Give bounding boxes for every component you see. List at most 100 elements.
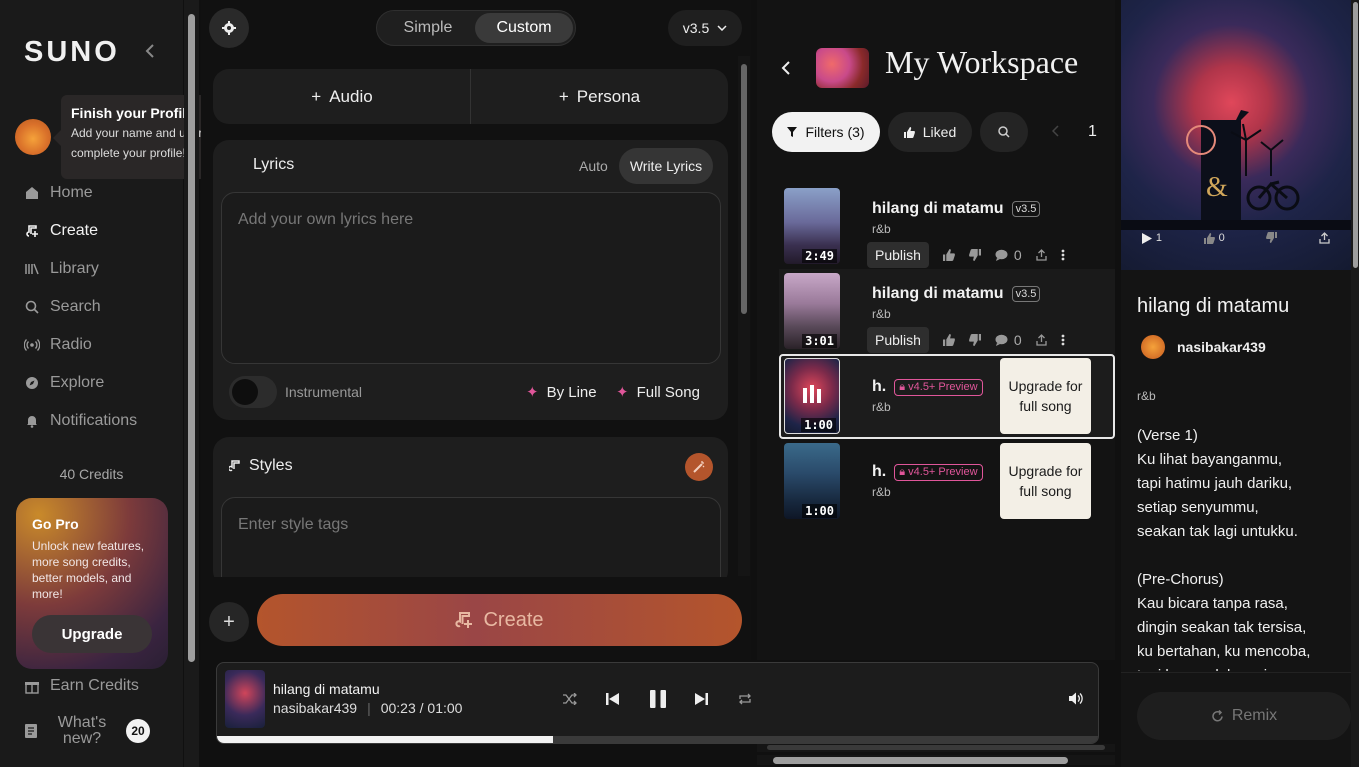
page-h-scrollbar[interactable] xyxy=(757,755,1115,765)
sidebar-item-home[interactable]: Home xyxy=(24,181,93,205)
comments-button[interactable]: 0 xyxy=(995,332,1022,348)
thumbs-down-icon[interactable] xyxy=(969,249,981,261)
publish-button[interactable]: Publish xyxy=(867,242,929,268)
settings-button[interactable] xyxy=(209,8,249,48)
comments-button[interactable]: 0 xyxy=(995,247,1022,263)
upgrade-button[interactable]: Upgrade xyxy=(32,615,152,653)
shuffle-icon[interactable] xyxy=(563,693,577,705)
play-count-button[interactable]: 1 xyxy=(1141,232,1162,244)
suno-logo[interactable]: SUNO xyxy=(24,36,120,69)
song-thumbnail[interactable]: 2:49 xyxy=(784,188,840,264)
like-button[interactable]: 0 xyxy=(1203,232,1225,244)
prev-page-icon[interactable] xyxy=(1052,125,1060,137)
sidebar-item-explore[interactable]: Explore xyxy=(24,371,104,395)
song-thumbnail[interactable]: 1:00 xyxy=(784,358,840,434)
share-icon[interactable] xyxy=(1036,334,1047,346)
workspace-h-scrollbar[interactable] xyxy=(757,744,1115,752)
liked-filter-button[interactable]: Liked xyxy=(888,112,972,152)
upgrade-full-song-button[interactable]: Upgrade for full song xyxy=(1000,358,1091,434)
sidebar-item-library[interactable]: Library xyxy=(24,257,99,281)
upgrade-full-song-button[interactable]: Upgrade for full song xyxy=(1000,443,1091,519)
song-thumbnail[interactable]: 1:00 xyxy=(784,443,840,519)
sidebar-scrollbar[interactable] xyxy=(184,0,199,767)
back-icon[interactable] xyxy=(781,60,791,76)
toggle-knob xyxy=(232,379,258,405)
add-button[interactable]: + xyxy=(209,602,249,642)
mode-custom-tab[interactable]: Custom xyxy=(475,13,573,43)
repeat-icon[interactable] xyxy=(738,693,752,705)
magic-wand-button[interactable] xyxy=(685,453,713,481)
player-song-title[interactable]: hilang di matamu xyxy=(273,681,380,697)
lyrics-text: (Verse 1) Ku lihat bayanganmu, tapi hati… xyxy=(1137,427,1311,671)
mode-simple-tab[interactable]: Simple xyxy=(379,13,477,43)
add-audio-button[interactable]: + Audio xyxy=(213,69,471,124)
h-scrollbar-thumb[interactable] xyxy=(767,745,1105,750)
song-row[interactable]: 1:00 h. 🔒︎ v4.5+ Preview r&b Upgrade for… xyxy=(779,439,1115,524)
previous-track-icon[interactable] xyxy=(606,692,620,706)
collapse-sidebar-icon[interactable] xyxy=(144,43,156,59)
detail-scrollbar[interactable] xyxy=(1351,0,1359,767)
playback-progress-bar[interactable] xyxy=(217,736,1098,743)
thumbs-up-icon[interactable] xyxy=(942,249,955,261)
version-dropdown[interactable]: v3.5 xyxy=(668,10,742,46)
song-title[interactable]: h. 🔒︎ v4.5+ Preview xyxy=(872,378,983,396)
more-options-icon[interactable] xyxy=(1061,334,1065,346)
instrumental-toggle[interactable] xyxy=(229,376,277,408)
write-lyrics-tab[interactable]: Write Lyrics xyxy=(619,148,713,184)
full-song-button[interactable]: ✦ Full Song xyxy=(616,383,700,402)
next-track-icon[interactable] xyxy=(694,692,708,706)
lyrics-input[interactable]: Add your own lyrics here xyxy=(221,192,721,364)
create-label: Create xyxy=(483,608,544,631)
sidebar-item-notifications[interactable]: Notifications xyxy=(24,409,137,433)
song-thumbnail[interactable]: 3:01 xyxy=(784,273,840,349)
player-thumbnail[interactable] xyxy=(225,670,265,728)
thumbs-up-icon[interactable] xyxy=(942,334,955,346)
pause-icon[interactable] xyxy=(649,690,667,708)
page-number[interactable]: 1 xyxy=(1088,123,1097,141)
detail-scrollbar-thumb[interactable] xyxy=(1353,2,1358,268)
song-author[interactable]: nasibakar439 xyxy=(1141,335,1266,359)
search-button[interactable] xyxy=(980,112,1028,152)
gear-icon xyxy=(222,21,236,35)
sidebar-item-create[interactable]: Create xyxy=(24,219,98,243)
song-detail-genre[interactable]: r&b xyxy=(1137,389,1156,403)
whats-new-link[interactable]: What's new? 20 xyxy=(24,715,150,747)
song-row[interactable]: 3:01 hilang di matamu v3.5 r&b Publish 0 xyxy=(779,269,1115,354)
music-note-icon xyxy=(455,611,473,629)
add-persona-button[interactable]: + Persona xyxy=(471,69,728,124)
create-button[interactable]: Create xyxy=(257,594,742,646)
song-cover-art[interactable]: & xyxy=(1121,0,1351,270)
create-scrollbar-thumb[interactable] xyxy=(741,64,747,314)
lyrics-auto-tab[interactable]: Auto xyxy=(579,158,608,174)
thumbs-down-icon[interactable] xyxy=(969,334,981,346)
remix-button[interactable]: Remix xyxy=(1137,692,1351,740)
publish-button[interactable]: Publish xyxy=(867,327,929,353)
filters-button[interactable]: Filters (3) xyxy=(772,112,880,152)
by-line-button[interactable]: ✦ By Line xyxy=(526,383,597,402)
sidebar-scrollbar-thumb[interactable] xyxy=(188,14,195,662)
create-scrollbar[interactable] xyxy=(738,56,750,576)
song-row[interactable]: 2:49 hilang di matamu v3.5 r&b Publish 0 xyxy=(779,184,1115,269)
style-tags-input[interactable]: Enter style tags xyxy=(221,497,721,587)
earn-credits-link[interactable]: Earn Credits xyxy=(24,677,139,695)
share-icon[interactable] xyxy=(1036,249,1047,261)
thumbs-down-icon[interactable] xyxy=(1266,232,1278,244)
song-title[interactable]: hilang di matamu v3.5 xyxy=(872,285,1041,303)
plus-icon: + xyxy=(311,86,322,106)
page-h-scrollbar-thumb[interactable] xyxy=(773,757,1068,764)
more-options-icon[interactable] xyxy=(1061,249,1065,261)
sidebar-item-label: Library xyxy=(50,260,99,277)
sidebar-item-search[interactable]: Search xyxy=(24,295,101,319)
song-title[interactable]: h. 🔒︎ v4.5+ Preview xyxy=(872,463,983,481)
avatar[interactable] xyxy=(15,119,51,155)
share-icon[interactable] xyxy=(1319,232,1330,244)
volume-icon[interactable] xyxy=(1069,692,1083,705)
sidebar-item-radio[interactable]: Radio xyxy=(24,333,92,357)
bell-icon xyxy=(24,413,40,429)
song-title[interactable]: hilang di matamu v3.5 xyxy=(872,200,1041,218)
song-row-playing[interactable]: 1:00 h. 🔒︎ v4.5+ Preview r&b Upgrade for… xyxy=(779,354,1115,439)
song-name: hilang di matamu xyxy=(872,285,1004,302)
author-avatar[interactable] xyxy=(1141,335,1165,359)
author-name[interactable]: nasibakar439 xyxy=(1177,339,1266,355)
player-author[interactable]: nasibakar439 xyxy=(273,700,357,716)
